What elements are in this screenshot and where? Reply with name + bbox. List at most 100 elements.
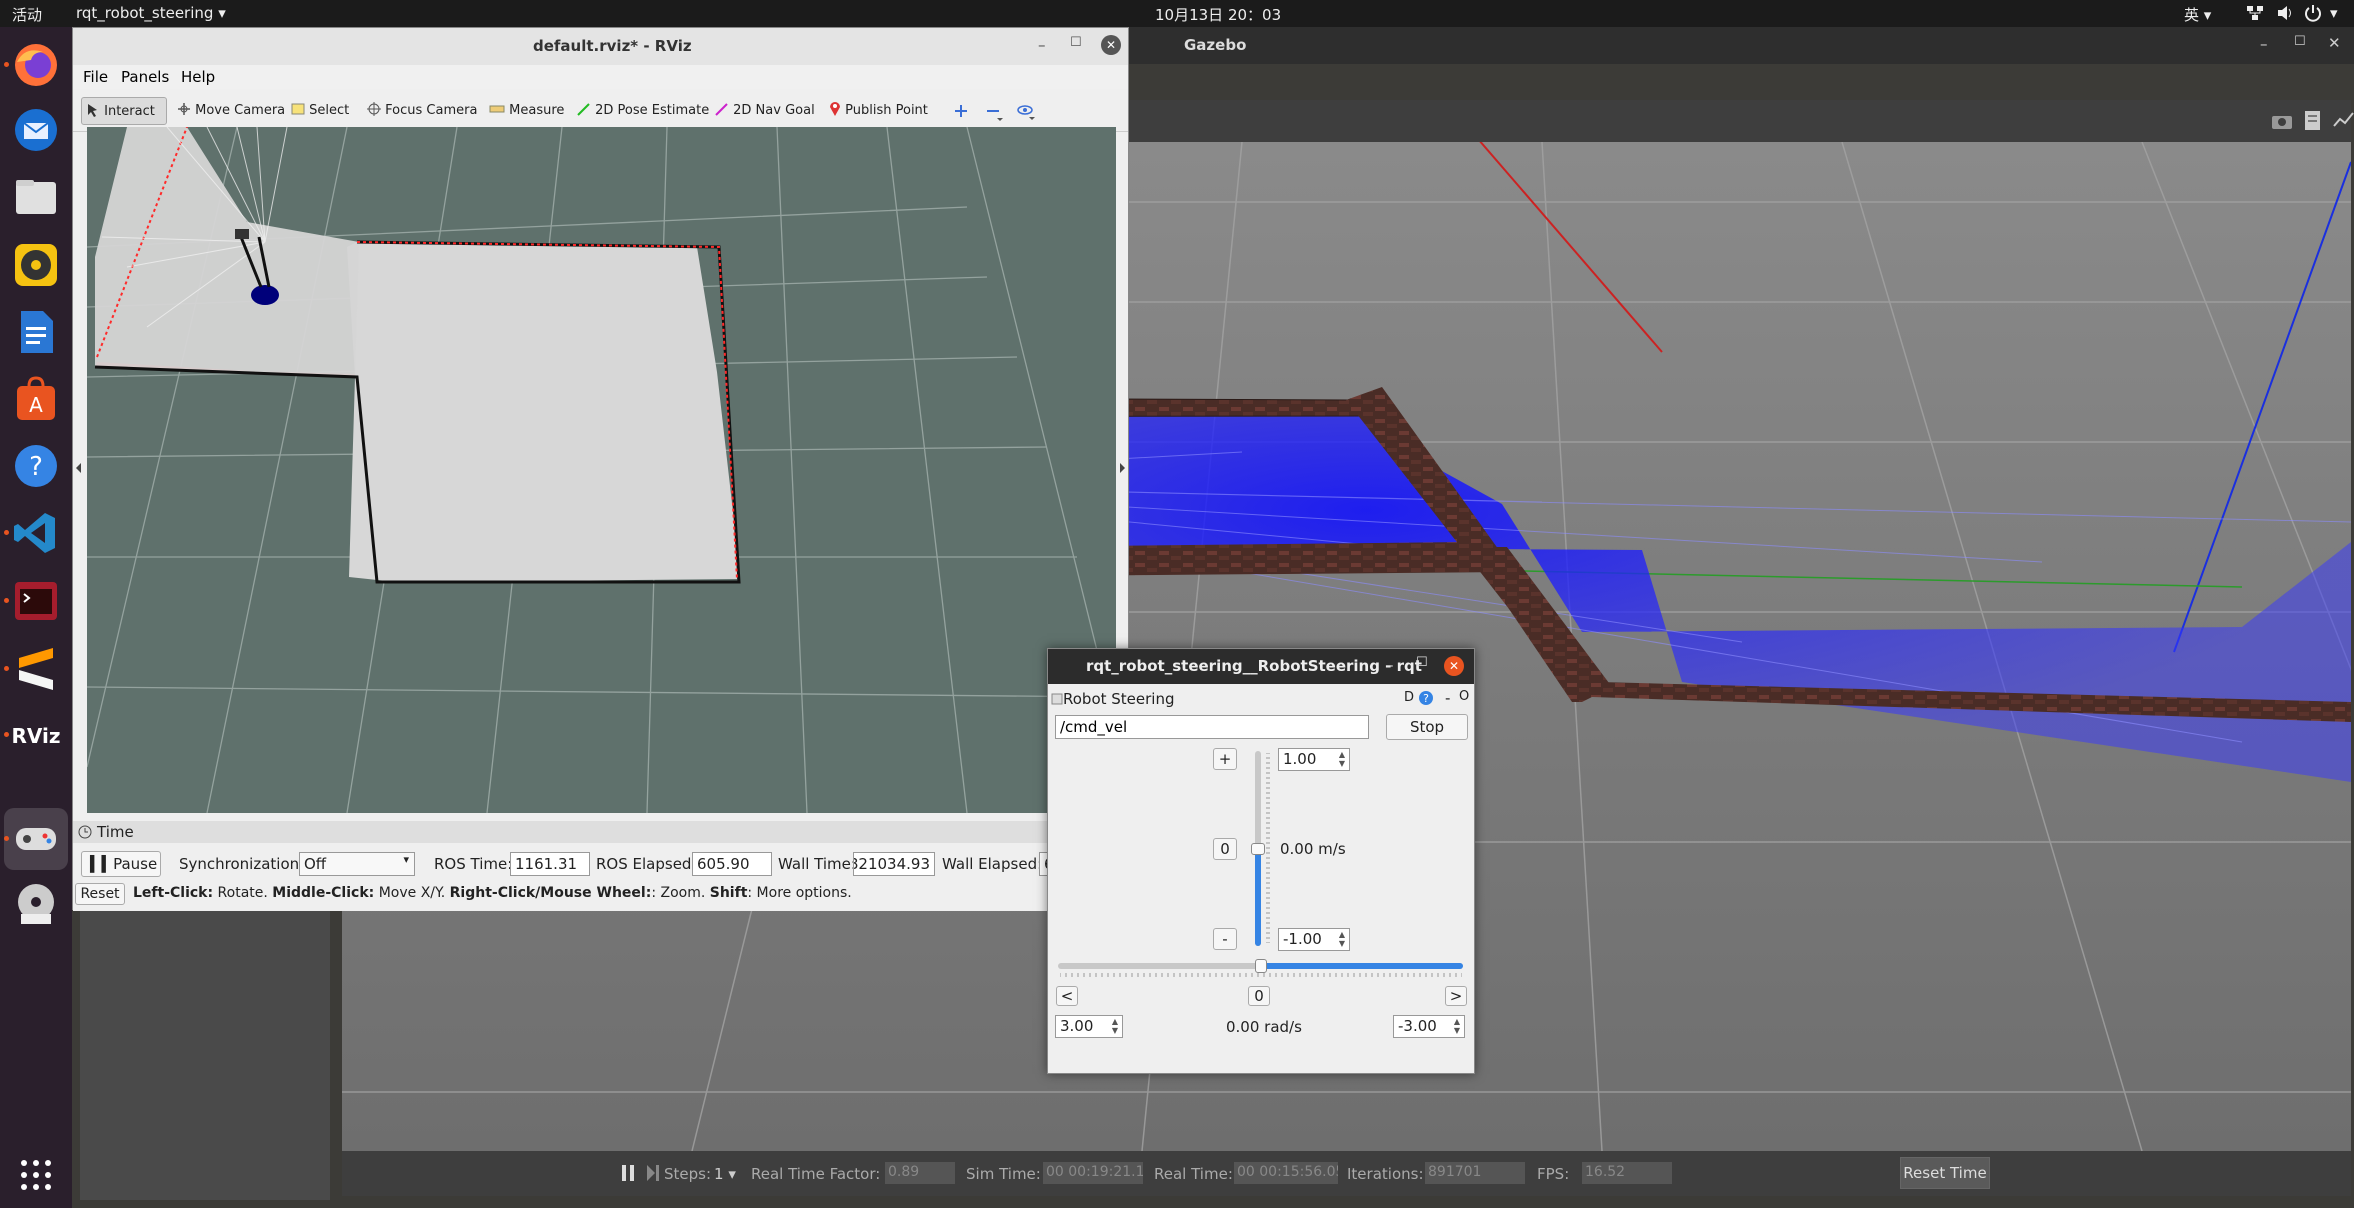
iterations-value: 891701 bbox=[1425, 1162, 1525, 1184]
network-icon[interactable] bbox=[2246, 5, 2264, 21]
spin-arrows-icon[interactable]: ▲ ▼ bbox=[1336, 930, 1348, 949]
pause-icon[interactable] bbox=[620, 1164, 636, 1182]
input-method-indicator[interactable]: 英 ▾ bbox=[2184, 4, 2211, 25]
tool-interact-label: Interact bbox=[104, 104, 155, 119]
menu-panels[interactable]: Panels bbox=[121, 68, 169, 86]
running-indicator bbox=[4, 666, 9, 671]
remove-tool-icon[interactable] bbox=[985, 103, 1005, 123]
close-button[interactable]: ✕ bbox=[1444, 656, 1464, 676]
ros-time-field[interactable]: 1161.31 bbox=[510, 852, 590, 876]
max-linear-spinbox[interactable]: 1.00 ▲ ▼ bbox=[1278, 748, 1350, 771]
maximize-button[interactable]: ☐ bbox=[1416, 655, 1428, 670]
hint-left-click-text: Rotate. bbox=[213, 885, 273, 901]
tool-publish-point[interactable]: Publish Point bbox=[825, 97, 928, 125]
spin-arrows-icon[interactable]: ▲ ▼ bbox=[1336, 750, 1348, 769]
minimize-button[interactable]: – bbox=[2260, 35, 2268, 53]
spin-arrows-icon[interactable]: ▲ ▼ bbox=[1451, 1017, 1463, 1036]
topic-input[interactable]: /cmd_vel bbox=[1055, 715, 1369, 739]
rhythmbox-icon[interactable] bbox=[11, 240, 61, 290]
wall-time-field[interactable]: i821034.93 bbox=[853, 852, 935, 876]
wall-time-label: Wall Time: bbox=[778, 855, 856, 873]
ros-elapsed-field[interactable]: 605.90 bbox=[692, 852, 772, 876]
decrease-linear-button[interactable]: - bbox=[1213, 928, 1237, 950]
plot-icon[interactable] bbox=[2333, 111, 2354, 129]
sublime-text-icon[interactable] bbox=[11, 644, 61, 694]
rviz-3d-view[interactable] bbox=[87, 127, 1116, 813]
reload-button[interactable]: O bbox=[1459, 689, 1469, 704]
tool-2d-nav-goal[interactable]: 2D Nav Goal bbox=[711, 97, 815, 125]
dock: A ? RViz bbox=[0, 27, 72, 1208]
maximize-button[interactable]: ☐ bbox=[1070, 35, 1082, 50]
pause-button[interactable]: ▍▍Pause bbox=[81, 851, 161, 877]
app-menu[interactable]: rqt_robot_steering ▾ bbox=[76, 4, 226, 22]
max-angular-spinbox[interactable]: 3.00 ▲ ▼ bbox=[1055, 1015, 1123, 1038]
running-indicator bbox=[4, 530, 9, 535]
menu-help[interactable]: Help bbox=[181, 68, 215, 86]
linear-slider-handle[interactable] bbox=[1251, 843, 1265, 855]
close-button[interactable]: ✕ bbox=[2328, 34, 2341, 52]
chevron-down-icon[interactable]: ▾ bbox=[2330, 4, 2338, 22]
tool-focus-camera[interactable]: Focus Camera bbox=[363, 97, 477, 125]
help-icon[interactable]: ? bbox=[1418, 690, 1434, 706]
clock[interactable]: 10月13日 20：03 bbox=[1155, 4, 1281, 25]
linear-velocity-slider[interactable] bbox=[1251, 751, 1265, 946]
rviz-titlebar[interactable]: default.rviz* - RViz – ☐ ✕ bbox=[73, 28, 1128, 65]
sync-dropdown[interactable]: Off ▾ bbox=[299, 852, 415, 876]
help-icon[interactable]: ? bbox=[11, 441, 61, 491]
log-icon[interactable] bbox=[2303, 110, 2323, 132]
tool-select[interactable]: Select bbox=[287, 97, 349, 125]
tool-publish-point-label: Publish Point bbox=[845, 103, 928, 118]
tool-move-camera[interactable]: Move Camera bbox=[173, 97, 285, 125]
step-icon[interactable] bbox=[645, 1164, 661, 1182]
tool-measure[interactable]: Measure bbox=[485, 97, 564, 125]
spin-arrows-icon[interactable]: ▲ ▼ bbox=[1109, 1017, 1121, 1036]
ubuntu-software-icon[interactable]: A bbox=[11, 374, 61, 424]
increase-linear-button[interactable]: + bbox=[1213, 748, 1237, 770]
thunderbird-icon[interactable] bbox=[11, 105, 61, 155]
vscode-icon[interactable] bbox=[11, 508, 61, 558]
turn-right-button[interactable]: > bbox=[1445, 986, 1467, 1006]
eye-icon[interactable] bbox=[1017, 102, 1037, 122]
minimize-button[interactable]: – bbox=[1038, 36, 1046, 54]
rqt-gamepad-icon[interactable] bbox=[11, 814, 61, 864]
close-button[interactable]: ✕ bbox=[1101, 35, 1121, 55]
minimize-button[interactable]: – bbox=[1386, 656, 1394, 674]
rtf-value: 0.89 bbox=[885, 1162, 955, 1184]
reset-linear-button[interactable]: 0 bbox=[1213, 838, 1237, 860]
angular-velocity-slider[interactable] bbox=[1058, 959, 1463, 973]
min-linear-value: -1.00 bbox=[1283, 930, 1322, 948]
libreoffice-writer-icon[interactable] bbox=[11, 307, 61, 357]
add-tool-icon[interactable] bbox=[953, 103, 969, 119]
show-apps-icon[interactable] bbox=[11, 1150, 61, 1200]
dock-button[interactable]: D bbox=[1404, 690, 1414, 705]
rqt-titlebar[interactable]: rqt_robot_steering__RobotSteering - rqt … bbox=[1048, 649, 1474, 684]
tool-2d-pose-estimate[interactable]: 2D Pose Estimate bbox=[573, 97, 709, 125]
steps-selector[interactable]: 1 ▾ bbox=[714, 1165, 736, 1183]
camera-icon[interactable] bbox=[2271, 112, 2293, 130]
dvd-icon[interactable] bbox=[11, 880, 61, 930]
stop-button[interactable]: Stop bbox=[1386, 714, 1468, 740]
power-icon[interactable] bbox=[2304, 4, 2322, 22]
angular-velocity-readout: 0.00 rad/s bbox=[1226, 1018, 1302, 1036]
linear-velocity-readout: 0.00 m/s bbox=[1280, 840, 1346, 858]
hide-button[interactable]: - bbox=[1445, 689, 1450, 707]
terminal-icon[interactable] bbox=[11, 576, 61, 626]
files-icon[interactable] bbox=[11, 172, 61, 222]
tool-interact[interactable]: Interact bbox=[81, 97, 167, 125]
maximize-button[interactable]: ☐ bbox=[2294, 34, 2306, 49]
pose-estimate-arrow-icon bbox=[577, 103, 590, 116]
reset-button[interactable]: Reset bbox=[75, 883, 125, 905]
turn-left-button[interactable]: < bbox=[1056, 986, 1078, 1006]
rviz-icon[interactable]: RViz bbox=[11, 710, 61, 760]
collapse-right-panel-icon[interactable] bbox=[1119, 463, 1125, 473]
collapse-left-panel-icon[interactable] bbox=[76, 463, 82, 473]
reset-angular-button[interactable]: 0 bbox=[1248, 986, 1270, 1006]
firefox-icon[interactable] bbox=[11, 40, 61, 90]
min-linear-spinbox[interactable]: -1.00 ▲ ▼ bbox=[1278, 928, 1350, 951]
activities-button[interactable]: 活动 bbox=[12, 4, 42, 25]
volume-icon[interactable] bbox=[2276, 5, 2294, 21]
menu-file[interactable]: File bbox=[83, 68, 108, 86]
min-angular-spinbox[interactable]: -3.00 ▲ ▼ bbox=[1393, 1015, 1465, 1038]
angular-slider-handle[interactable] bbox=[1255, 959, 1267, 973]
reset-time-button[interactable]: Reset Time bbox=[1900, 1157, 1990, 1189]
